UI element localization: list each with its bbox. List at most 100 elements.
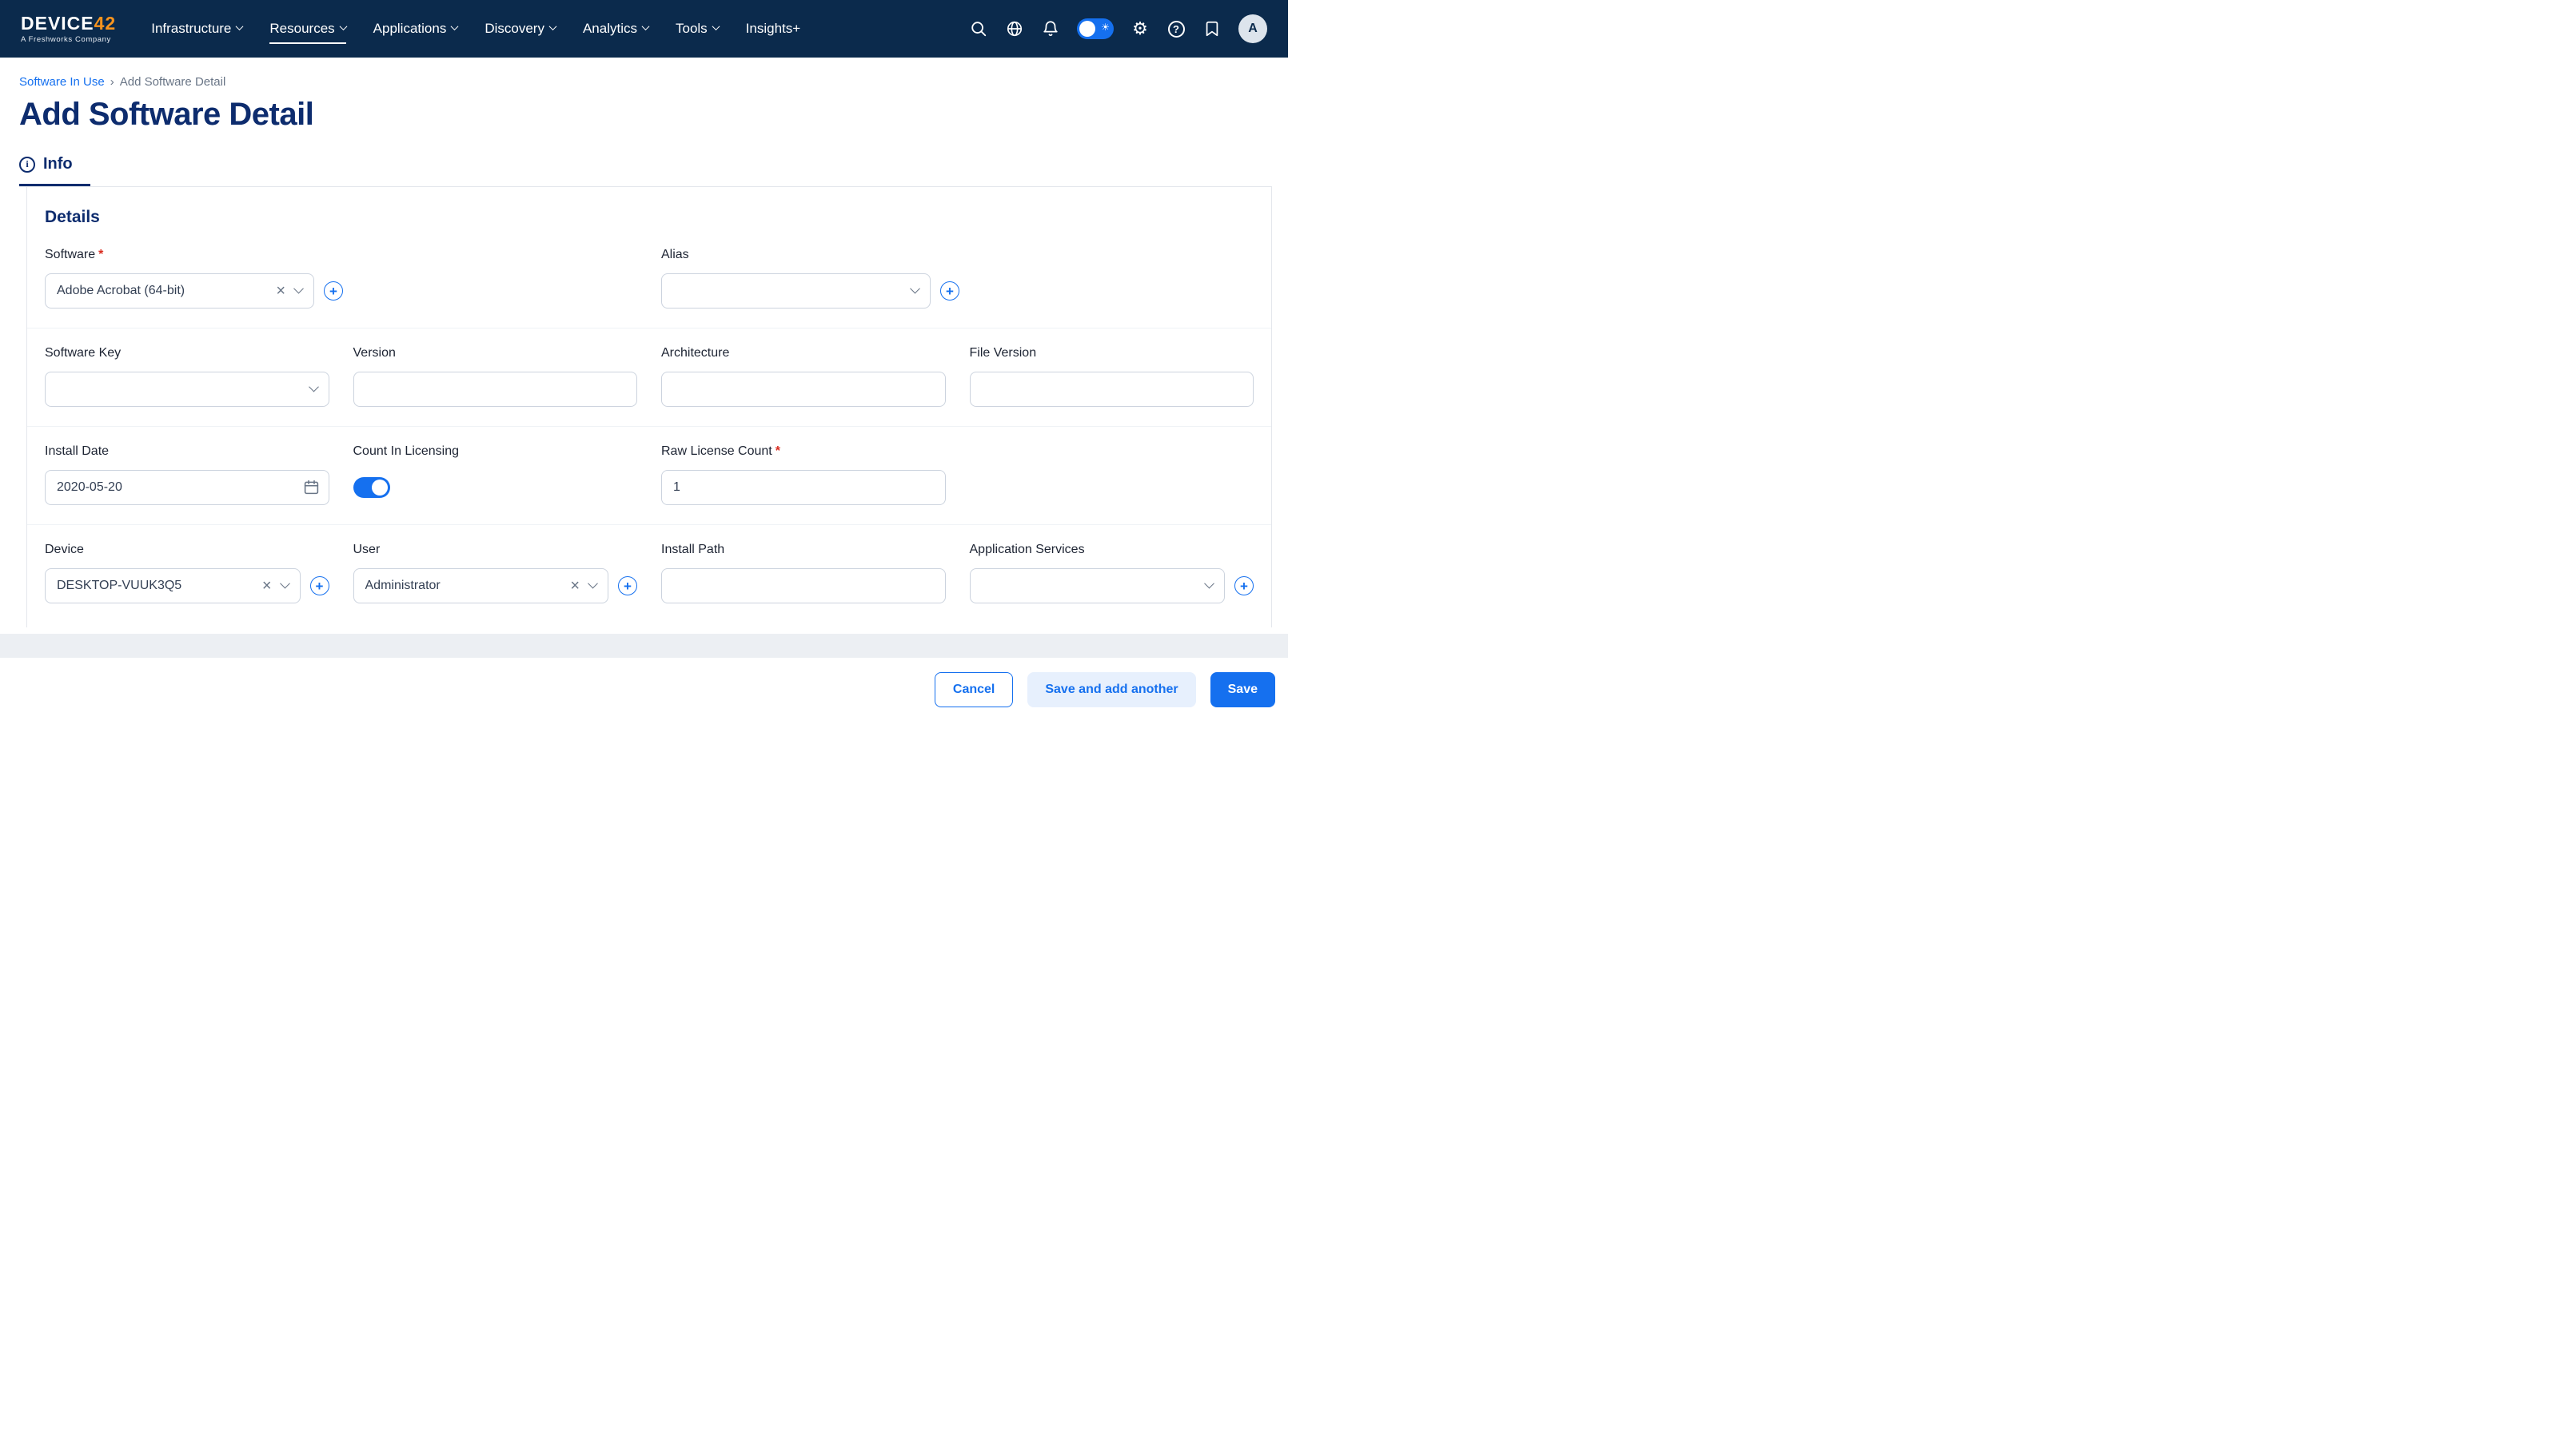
- field-file-version: File Version: [969, 346, 1254, 407]
- bookmark-icon[interactable]: [1202, 19, 1222, 38]
- add-software-button[interactable]: +: [324, 281, 343, 301]
- nav-item-infrastructure[interactable]: Infrastructure: [151, 14, 244, 44]
- field-label: Install Date: [45, 444, 110, 458]
- nav-item-resources[interactable]: Resources: [269, 14, 348, 44]
- software-select[interactable]: Adobe Acrobat (64-bit) ×: [45, 273, 314, 309]
- content-footer-divider: [0, 634, 1288, 658]
- theme-toggle[interactable]: ☀: [1077, 18, 1114, 39]
- chevron-down-icon: [450, 22, 459, 31]
- globe-icon[interactable]: [1005, 19, 1024, 38]
- field-user: User Administrator × +: [353, 543, 637, 603]
- nav-item-label: Tools: [675, 21, 708, 36]
- alias-select[interactable]: [661, 273, 931, 309]
- field-label: Software: [45, 248, 96, 261]
- field-version: Version: [353, 346, 637, 407]
- count-in-licensing-toggle[interactable]: [353, 477, 390, 498]
- chevron-down-icon: [308, 381, 319, 392]
- cancel-button[interactable]: Cancel: [934, 672, 1014, 707]
- action-bar: Cancel Save and add another Save: [0, 658, 1288, 726]
- user-select-value: Administrator: [365, 579, 441, 592]
- field-label: Version: [353, 346, 396, 360]
- software-select-value: Adobe Acrobat (64-bit): [57, 284, 185, 297]
- field-architecture: Architecture: [661, 346, 946, 407]
- user-select[interactable]: Administrator ×: [353, 568, 608, 603]
- nav-item-tools[interactable]: Tools: [675, 14, 720, 44]
- breadcrumb-parent-link[interactable]: Software In Use: [19, 75, 105, 89]
- nav-item-label: Infrastructure: [151, 21, 232, 36]
- settings-gear-icon[interactable]: ⚙: [1130, 19, 1150, 38]
- add-alias-button[interactable]: +: [940, 281, 959, 301]
- page-title: Add Software Detail: [19, 97, 314, 132]
- install-path-input[interactable]: [661, 568, 946, 603]
- field-label: Device: [45, 543, 84, 556]
- device42-logo[interactable]: DEVICE42 A Freshworks Company: [21, 14, 116, 43]
- logo-text: DEVICE42: [21, 13, 117, 34]
- install-date-input[interactable]: [45, 470, 329, 505]
- field-label: File Version: [969, 346, 1037, 360]
- nav-item-discovery[interactable]: Discovery: [484, 14, 557, 44]
- required-marker: *: [775, 444, 780, 458]
- field-software-key: Software Key: [45, 346, 329, 407]
- field-install-date: Install Date: [45, 444, 329, 505]
- top-navbar: DEVICE42 A Freshworks Company Infrastruc…: [0, 0, 1288, 58]
- nav-item-applications[interactable]: Applications: [373, 14, 459, 44]
- chevron-down-icon: [588, 578, 598, 588]
- nav-item-label: Applications: [373, 21, 447, 36]
- save-and-add-another-button[interactable]: Save and add another: [1027, 672, 1196, 707]
- add-user-button[interactable]: +: [618, 576, 637, 595]
- nav-item-analytics[interactable]: Analytics: [583, 14, 650, 44]
- help-icon[interactable]: ?: [1166, 19, 1186, 38]
- form-row-4: Device DESKTOP-VUUK3Q5 × + User Administ…: [27, 524, 1271, 623]
- field-label: Install Path: [661, 543, 725, 556]
- sun-icon: ☀: [1101, 22, 1110, 33]
- section-title: Details: [45, 208, 100, 226]
- chevron-down-icon: [910, 283, 920, 293]
- raw-license-count-input[interactable]: [661, 470, 946, 505]
- software-key-select[interactable]: [45, 372, 329, 407]
- tab-bar: i Info: [19, 155, 1272, 187]
- device-select-value: DESKTOP-VUUK3Q5: [57, 579, 182, 592]
- clear-icon[interactable]: ×: [570, 578, 580, 594]
- field-install-path: Install Path: [661, 543, 946, 603]
- toggle-knob: [1079, 21, 1095, 37]
- info-icon: i: [19, 156, 35, 173]
- chevron-down-icon: [641, 22, 650, 31]
- field-label: Alias: [661, 248, 689, 261]
- device-select[interactable]: DESKTOP-VUUK3Q5 ×: [45, 568, 301, 603]
- tab-info[interactable]: i Info: [19, 155, 90, 186]
- application-services-select[interactable]: [969, 568, 1225, 603]
- logo-tagline: A Freshworks Company: [21, 34, 111, 44]
- breadcrumb-separator: ›: [110, 75, 114, 89]
- form-row-3: Install Date Count In Licensing: [27, 426, 1271, 524]
- file-version-input[interactable]: [969, 372, 1254, 407]
- details-panel: Details Software * Adobe Acrobat (64-bit…: [26, 187, 1272, 627]
- toggle-knob: [371, 480, 388, 496]
- field-raw-license-count: Raw License Count *: [661, 444, 946, 505]
- field-label: Raw License Count: [661, 444, 772, 458]
- add-application-service-button[interactable]: +: [1234, 576, 1254, 595]
- main-nav: Infrastructure Resources Applications Di…: [151, 14, 800, 44]
- search-icon[interactable]: [969, 19, 988, 38]
- form-row-2: Software Key Version Architecture File V…: [27, 328, 1271, 426]
- architecture-input[interactable]: [661, 372, 946, 407]
- clear-icon[interactable]: ×: [262, 578, 272, 594]
- field-device: Device DESKTOP-VUUK3Q5 × +: [45, 543, 329, 603]
- field-software: Software * Adobe Acrobat (64-bit) × +: [45, 248, 637, 309]
- user-avatar[interactable]: A: [1238, 14, 1267, 43]
- field-label: User: [353, 543, 381, 556]
- chevron-down-icon: [279, 578, 290, 588]
- main-content: Software In Use › Add Software Detail Ad…: [0, 58, 1288, 634]
- notifications-bell-icon[interactable]: [1041, 19, 1060, 38]
- nav-item-insights[interactable]: Insights+: [746, 14, 801, 44]
- add-device-button[interactable]: +: [309, 576, 329, 595]
- breadcrumb: Software In Use › Add Software Detail: [19, 75, 1269, 89]
- save-button[interactable]: Save: [1210, 672, 1275, 707]
- breadcrumb-current: Add Software Detail: [119, 75, 226, 89]
- field-label: Software Key: [45, 346, 122, 360]
- clear-icon[interactable]: ×: [276, 283, 285, 299]
- chevron-down-icon: [712, 22, 720, 31]
- form-row-1: Software * Adobe Acrobat (64-bit) × + Al…: [27, 230, 1271, 328]
- nav-item-label: Resources: [269, 21, 335, 36]
- version-input[interactable]: [353, 372, 637, 407]
- chevron-down-icon: [293, 283, 304, 293]
